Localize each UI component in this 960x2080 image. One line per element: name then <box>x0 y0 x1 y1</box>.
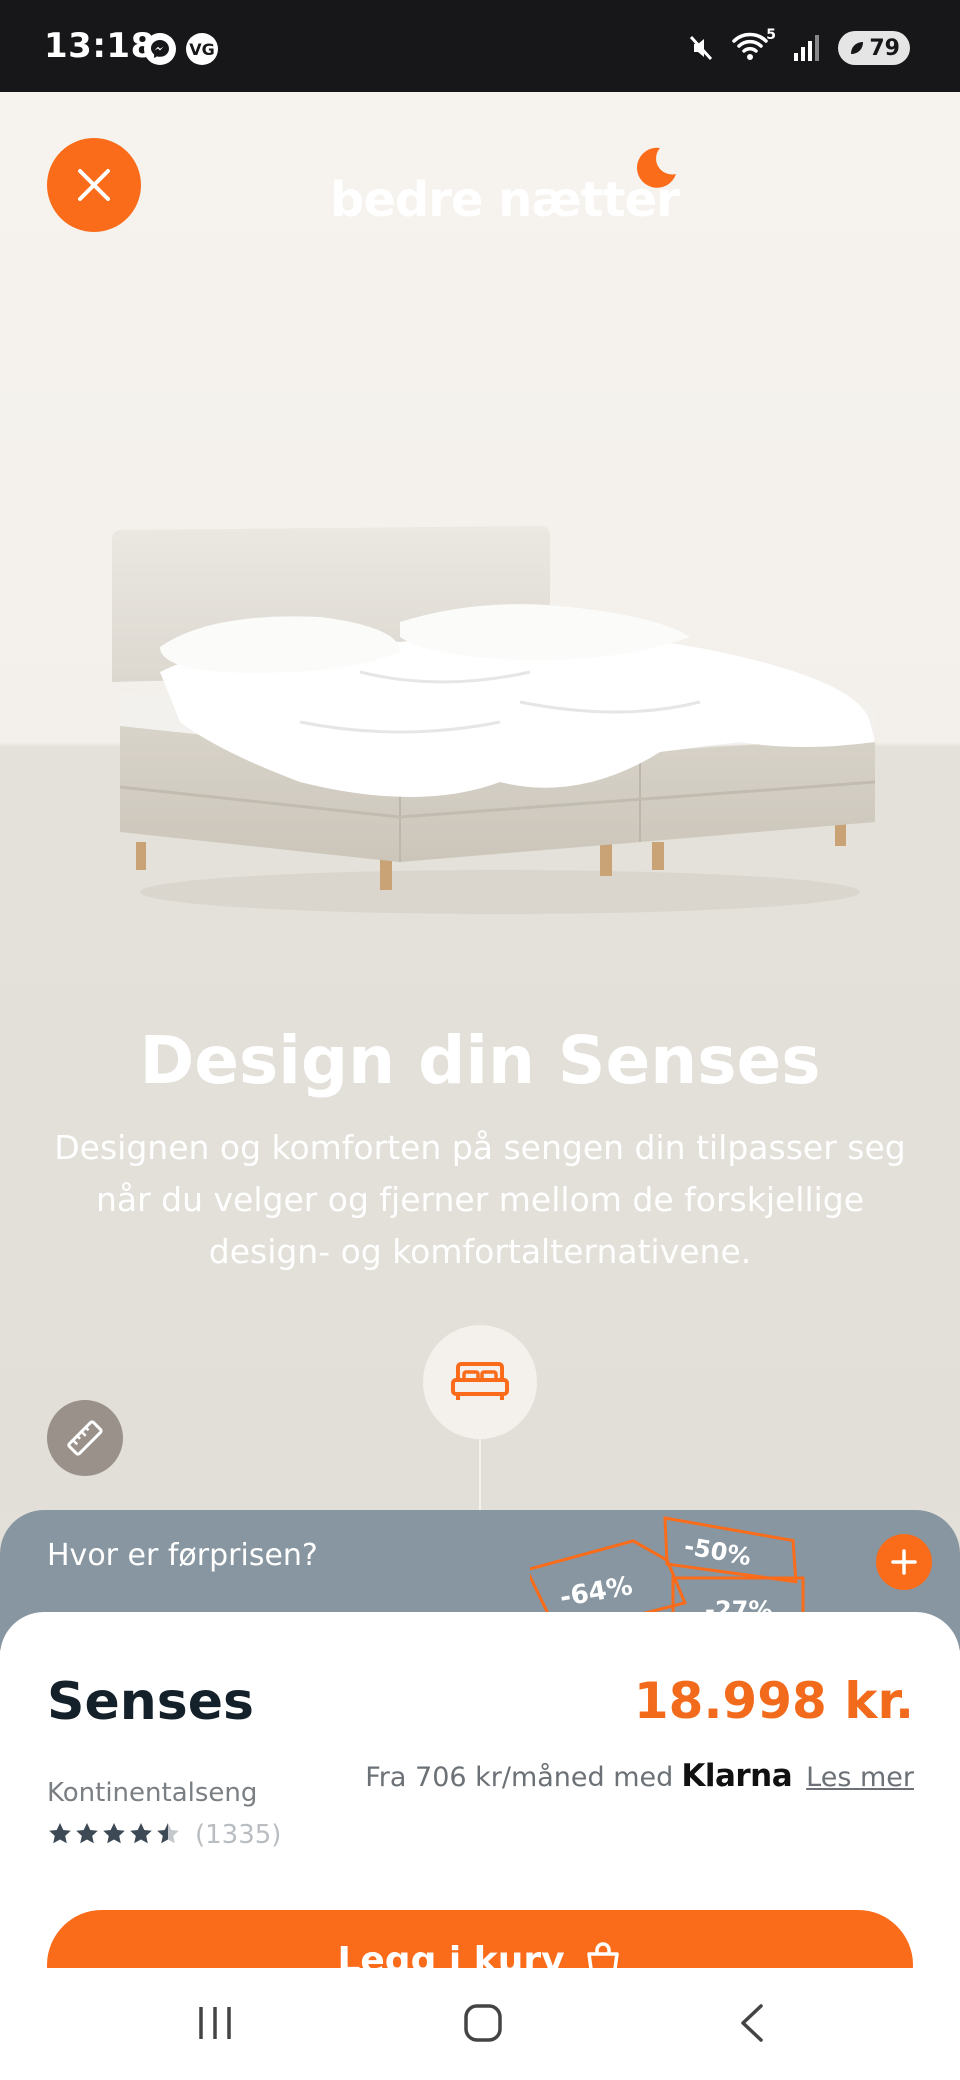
expand-preprice-button[interactable] <box>876 1534 932 1590</box>
rating-count: (1335) <box>195 1820 282 1850</box>
bed-option-button[interactable] <box>423 1325 537 1439</box>
hero-description: Designen og komforten på sengen din tilp… <box>54 1128 906 1271</box>
product-price: 18.998 kr. <box>633 1672 914 1730</box>
back-icon <box>741 2004 763 2042</box>
bed-image <box>112 526 876 914</box>
product-name: Senses <box>47 1672 254 1732</box>
leaf-icon <box>851 42 864 54</box>
product-type: Kontinentalseng <box>47 1778 258 1808</box>
preprice-label: Hvor er førprisen? <box>47 1538 318 1573</box>
klarna-logo: Klarna <box>681 1758 793 1794</box>
plus-icon <box>891 1549 917 1575</box>
page-title: Design din Senses <box>139 1022 821 1099</box>
close-icon <box>78 169 110 201</box>
discount-tag-1: -64% <box>558 1571 635 1613</box>
close-button[interactable] <box>47 138 141 232</box>
rating[interactable]: (1335) <box>47 1820 281 1850</box>
ruler-icon <box>67 1420 103 1456</box>
product-sheet: Senses 18.998 kr. Kontinentalseng (1335)… <box>0 1612 960 1972</box>
status-bar: 13:18 VG 5 79 <box>0 0 960 92</box>
home-icon <box>464 2004 502 2042</box>
connector-line <box>479 1439 481 1512</box>
add-to-cart-button[interactable]: Legg i kurv <box>47 1910 913 1972</box>
bed-icon <box>451 1362 509 1400</box>
mute-icon <box>689 35 713 61</box>
financing-info: Fra 706 kr/måned med Klarna Les mer <box>365 1758 914 1794</box>
discount-tag-2: -50% <box>682 1532 753 1571</box>
messenger-icon <box>144 33 176 65</box>
battery-indicator: 79 <box>838 31 910 65</box>
vg-icon: VG <box>186 33 218 65</box>
back-button[interactable] <box>722 1998 782 2048</box>
hero-section: bedre nætter Design din Senses Designen … <box>0 92 960 1512</box>
moon-icon <box>636 147 676 188</box>
financing-text: Fra 706 kr/måned med <box>365 1762 674 1793</box>
recent-apps-icon <box>199 2007 231 2039</box>
read-more-link[interactable]: Les mer <box>806 1762 914 1793</box>
home-button[interactable] <box>453 1998 513 2048</box>
wifi-band-label: 5 <box>766 27 776 43</box>
battery-level: 79 <box>869 35 900 61</box>
brand-logo: bedre nætter <box>330 172 680 228</box>
measure-button[interactable] <box>47 1400 123 1476</box>
status-time: 13:18 <box>44 26 155 66</box>
signal-icon <box>794 35 819 61</box>
rating-stars <box>49 1823 179 1844</box>
navigation-bar <box>0 1968 960 2080</box>
recent-apps-button[interactable] <box>185 1998 245 2048</box>
wifi-icon: 5 <box>732 27 776 65</box>
